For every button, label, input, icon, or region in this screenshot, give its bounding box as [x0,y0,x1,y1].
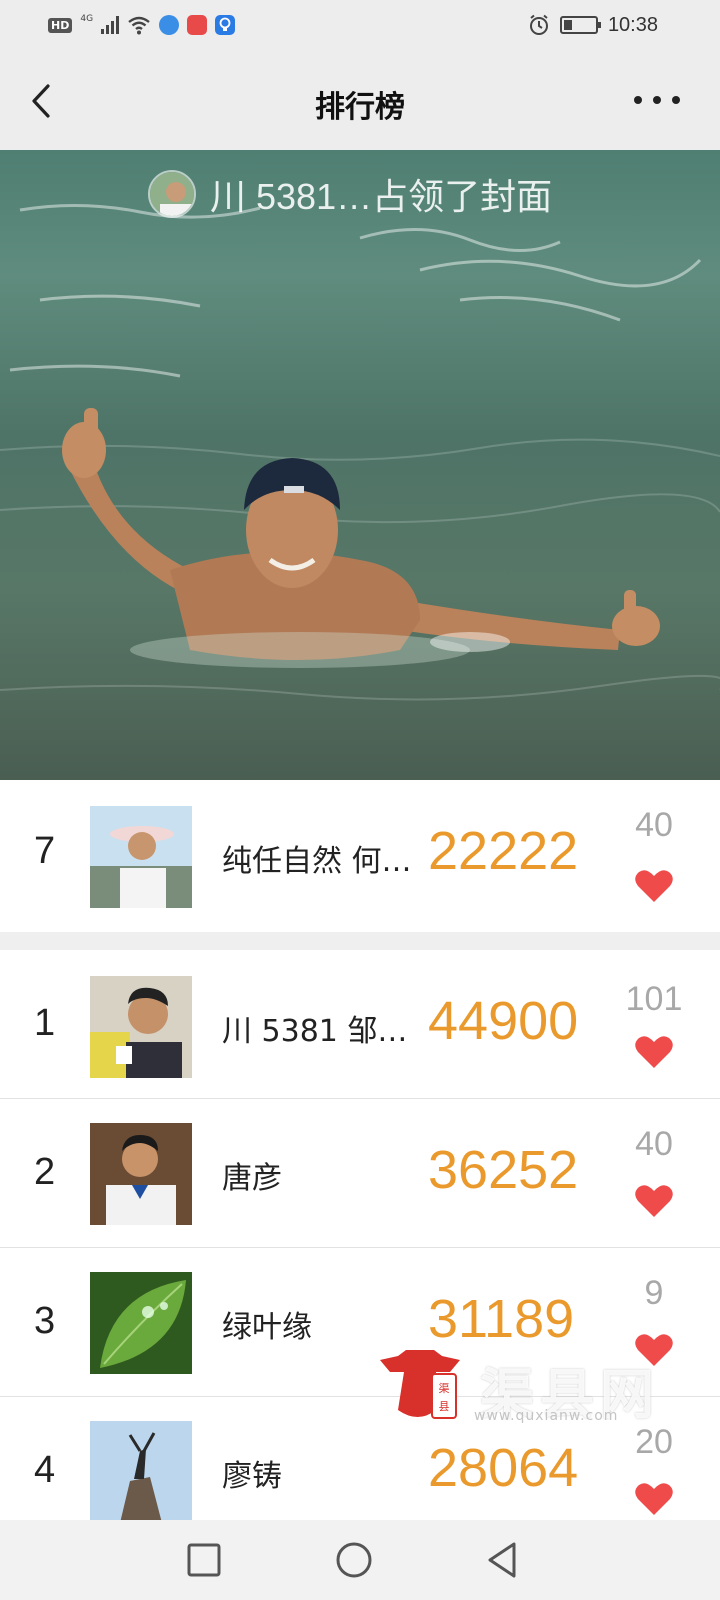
like-count: 40 [635,806,673,844]
rank-number: 4 [34,1449,56,1491]
step-score: 28064 [428,1438,579,1498]
status-bar: HD 4G 10:38 [0,0,720,52]
avatar[interactable] [90,806,192,908]
rank-number: 3 [34,1300,56,1342]
leaderboard-row[interactable]: 2 唐彦 36252 40 [0,1099,720,1247]
network-type: 4G [80,14,94,24]
svg-text:渠: 渠 [439,1382,450,1395]
avatar[interactable] [90,1123,192,1225]
page-title: 排行榜 [315,90,405,125]
heart-icon[interactable] [634,1481,674,1517]
rank-number: 1 [34,1002,56,1044]
app-notification-icon [215,15,236,35]
avatar[interactable] [148,170,196,218]
status-time: 10:38 [607,13,658,36]
rank-number: 7 [34,830,56,872]
avatar[interactable] [90,976,192,1078]
hd-badge: HD [48,17,73,33]
user-name: 廖铸 [222,1459,282,1494]
step-score: 36252 [428,1140,579,1200]
cover-owner-text: 川 5381…占领了封面 [210,176,553,217]
status-left: HD 4G [48,12,236,38]
system-nav-bar [0,1520,720,1600]
heart-icon[interactable] [634,1183,674,1219]
avatar[interactable] [90,1272,192,1374]
signal-icon [101,16,120,34]
status-right: 10:38 [528,12,658,38]
section-gap [0,932,720,950]
back-triangle-icon[interactable] [482,1540,522,1580]
heart-icon[interactable] [634,868,674,904]
heart-icon[interactable] [634,1034,674,1070]
battery-fill [563,20,572,30]
battery-icon [559,16,601,34]
user-name: 绿叶缘 [222,1310,312,1345]
user-name: 唐彦 [222,1161,282,1196]
recent-apps-icon[interactable] [184,1540,224,1580]
watermark-url: www.quxianw.com [474,1408,619,1424]
svg-text:县: 县 [439,1400,450,1413]
step-score: 31189 [428,1289,575,1349]
app-notification-icon [187,15,208,35]
my-rank-row[interactable]: 7 纯任自然 何… 22222 40 [0,780,720,932]
leaderboard-row[interactable]: 1 川 5381 邹… 44900 101 [0,950,720,1098]
home-icon[interactable] [334,1540,374,1580]
nav-bar: 排行榜 [0,52,720,150]
wifi-icon [128,16,150,35]
user-name: 纯任自然 何… [222,844,412,879]
cover-owner: 川 5381…占领了封面 [148,168,552,220]
watermark-logo: 渠 县 [380,1350,460,1419]
like-count: 9 [644,1274,664,1312]
like-count: 101 [625,980,683,1018]
avatar[interactable] [90,1421,192,1520]
user-name: 川 5381 邹… [222,1014,408,1049]
rank-number: 2 [34,1151,56,1193]
alarm-icon [529,14,548,35]
step-score: 44900 [428,991,579,1051]
more-dots-icon[interactable] [634,90,680,110]
cover-photo [0,203,720,701]
app-notification-icon [159,15,180,35]
step-score: 22222 [428,821,579,881]
watermark: 渠 县 渠县网 www.quxianw.com [370,1350,680,1430]
like-count: 40 [635,1125,673,1163]
cover-image[interactable]: 川 5381…占领了封面 [0,150,720,780]
